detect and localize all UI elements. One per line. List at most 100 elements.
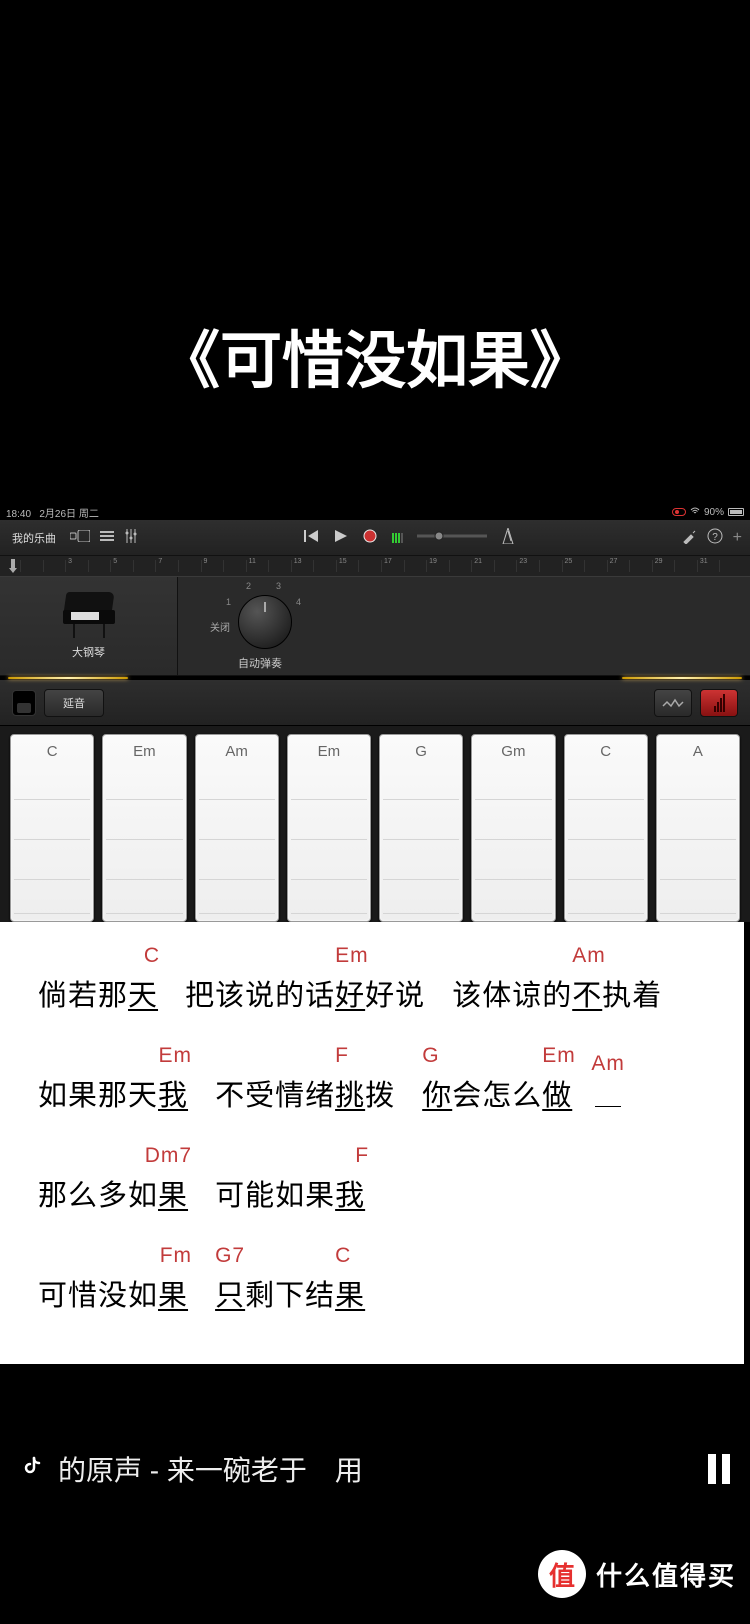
metronome-icon[interactable] (501, 528, 515, 547)
garageband-app: 18:40 2月26日 周二 90% 我的乐曲 (0, 504, 750, 922)
lyrics-sheet: 倘若那天 C 把该说的话好好说 Em 该体谅的不执着 Am 如果那天我 Em 不… (0, 922, 744, 1364)
lyric-seg: 挑拨 F (335, 1072, 395, 1114)
smzdm-watermark: 值 什么值得买 (538, 1550, 736, 1598)
velocity-button[interactable] (700, 689, 738, 717)
lyric-seg: 好好说 Em (335, 972, 425, 1014)
lyric-seg: 如果那天我 Em (38, 1072, 188, 1114)
chord-pad-label: C (565, 743, 647, 760)
ipad-status-bar: 18:40 2月26日 周二 90% (0, 504, 750, 520)
title-overlay: 《可惜没如果》 (0, 0, 750, 504)
knob-mark-4: 4 (296, 597, 301, 607)
lyric-line-1: 倘若那天 C 把该说的话好好说 Em 该体谅的不执着 Am (38, 972, 716, 1014)
level-meter (392, 533, 403, 543)
chord-label: C (335, 1244, 351, 1268)
status-time: 18:40 (6, 509, 31, 520)
battery-icon (728, 508, 744, 516)
chord-pad-label: Am (196, 743, 278, 760)
chord-pad[interactable]: Em (102, 734, 186, 922)
chord-pad[interactable]: A (656, 734, 740, 922)
chord-pad-label: Em (288, 743, 370, 760)
lyric-seg: 把该说的话 (185, 972, 335, 1014)
lyric-seg: 你会怎么 G (422, 1072, 542, 1114)
svg-text:?: ? (712, 532, 718, 543)
chord-label: Dm7 (145, 1144, 192, 1168)
instrument-cell[interactable]: 大钢琴 (0, 577, 178, 675)
my-songs-button[interactable]: 我的乐曲 (8, 528, 60, 548)
chord-label: Em (542, 1044, 576, 1068)
chord-label: Fm (160, 1244, 192, 1268)
lyric-seg: 该体谅的 (452, 972, 572, 1014)
screen-recording-icon (672, 508, 686, 516)
app-toolbar: 我的乐曲 (0, 520, 750, 556)
chord-pad-label: Em (103, 743, 185, 760)
lyric-seg: 倘若那天 C (38, 972, 158, 1014)
status-left: 18:40 2月26日 周二 (6, 505, 99, 519)
chord-pad[interactable]: C (10, 734, 94, 922)
audio-source-marquee[interactable]: 的原声 - 来一碗老于 用 (58, 1449, 694, 1489)
lyric-seg: 果 C (335, 1272, 365, 1314)
autoplay-knob[interactable] (238, 595, 292, 649)
lyric-seg: 可惜没如果 Fm (38, 1272, 188, 1314)
timeline-ruler[interactable] (0, 556, 750, 576)
chord-pad[interactable]: Gm (471, 734, 555, 922)
lyric-seg: 做 Em (542, 1072, 572, 1114)
knob-mark-3: 3 (276, 581, 281, 591)
wifi-icon (690, 507, 700, 518)
chord-label: F (355, 1144, 369, 1168)
chord-pad-label: A (657, 743, 739, 760)
transport-controls (304, 528, 515, 547)
chord-pad-label: Gm (472, 743, 554, 760)
chord-pad-label: C (11, 743, 93, 760)
record-button[interactable] (362, 528, 378, 547)
timeline-ticks (20, 560, 742, 572)
rewind-button[interactable] (304, 529, 320, 546)
pause-button[interactable] (708, 1454, 730, 1484)
browser-icon[interactable] (70, 530, 90, 545)
lyric-seg: Am (591, 1080, 621, 1113)
track-row: 大钢琴 1 2 3 4 关闭 自动弹奏 (0, 576, 750, 676)
help-icon[interactable]: ? (707, 528, 723, 547)
lyric-line-2: 如果那天我 Em 不受情绪挑拨 F 你会怎么 G 做 Em Am (38, 1072, 716, 1114)
lyric-seg: 不执着 Am (572, 972, 662, 1014)
autoplay-panel: 1 2 3 4 关闭 自动弹奏 (178, 577, 750, 675)
chord-label: Am (572, 944, 606, 968)
chord-label: Em (335, 944, 369, 968)
sliders-icon[interactable] (124, 529, 138, 546)
chord-pad[interactable]: C (564, 734, 648, 922)
chord-label: G7 (215, 1244, 245, 1268)
instrument-label: 大钢琴 (72, 644, 105, 660)
chord-pad[interactable]: Em (287, 734, 371, 922)
settings-icon[interactable] (681, 528, 697, 547)
add-track-button[interactable]: + (733, 529, 742, 547)
chord-strip: CEmAmEmGGmCA (0, 726, 750, 922)
arpeggiator-button[interactable] (654, 689, 692, 717)
status-right: 90% (672, 505, 744, 519)
chord-label: Am (591, 1052, 625, 1076)
chord-pad[interactable]: G (379, 734, 463, 922)
sustain-button[interactable]: 延音 (44, 689, 104, 717)
lyric-line-4: 可惜没如果 Fm 只剩下结 G7 果 C (38, 1272, 716, 1314)
chord-pad[interactable]: Am (195, 734, 279, 922)
playhead-icon[interactable] (8, 559, 18, 573)
battery-percent: 90% (704, 507, 724, 518)
song-title: 《可惜没如果》 (0, 310, 750, 400)
douyin-logo-icon[interactable] (20, 1455, 44, 1484)
play-button[interactable] (334, 529, 348, 546)
lyric-line-3: 那么多如果 Dm7 可能如果我 F (38, 1172, 716, 1214)
lyric-seg: 不受情绪 (215, 1072, 335, 1114)
lyric-seg: 那么多如果 Dm7 (38, 1172, 188, 1214)
douyin-bottom-bar: 的原声 - 来一碗老于 用 (0, 1432, 750, 1506)
lyric-seg: 只剩下结 G7 (215, 1272, 335, 1314)
smzdm-badge-icon: 值 (538, 1550, 586, 1598)
chord-pad-label: G (380, 743, 462, 760)
grand-piano-icon (59, 592, 119, 640)
chord-label: F (335, 1044, 349, 1068)
knob-mark-1: 1 (226, 597, 231, 607)
tracks-view-icon[interactable] (100, 530, 114, 545)
chord-label: Em (159, 1044, 193, 1068)
lyric-seg: 可能如果我 F (215, 1172, 365, 1214)
keyboard-options-bar: 延音 (0, 680, 750, 726)
knob-mark-2: 2 (246, 581, 251, 591)
master-slider[interactable] (417, 531, 487, 544)
sustain-switch[interactable] (12, 690, 36, 716)
